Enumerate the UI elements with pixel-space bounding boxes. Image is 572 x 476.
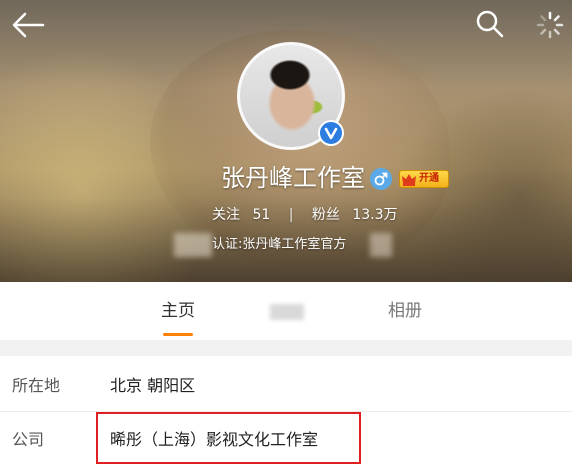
vip-crown-icon (401, 172, 417, 186)
following-label[interactable]: 关注 (212, 204, 240, 226)
tab-active-indicator (163, 333, 193, 336)
redacted-patch (174, 233, 212, 257)
location-value: 北京 朝阳区 (110, 376, 196, 395)
profile-tabbar: 主页 相册 (0, 282, 572, 340)
profile-stats: 关注 51 | 粉丝 13.3万 (212, 204, 402, 226)
tab-home[interactable]: 主页 (148, 282, 208, 340)
redacted-patch (370, 233, 392, 257)
followers-label[interactable]: 粉丝 (312, 204, 340, 226)
tab-album[interactable]: 相册 (375, 282, 435, 340)
search-icon[interactable] (474, 8, 506, 40)
info-row-location: 所在地 北京 朝阳区 (0, 360, 572, 412)
loading-spinner-icon (535, 10, 565, 40)
followers-count[interactable]: 13.3万 (352, 204, 397, 226)
vip-badge[interactable]: 开通 (399, 170, 449, 188)
back-arrow-icon[interactable] (10, 10, 46, 40)
profile-name: 张丹峰工作室 (221, 164, 365, 192)
vip-label: 开通 (419, 173, 439, 184)
male-gender-icon (370, 168, 392, 190)
highlight-annotation-box (96, 412, 361, 464)
following-count[interactable]: 51 (252, 204, 270, 226)
verification-text: 认证:张丹峰工作室官方 (212, 237, 347, 252)
stats-separator: | (288, 207, 294, 223)
verified-icon (318, 120, 344, 146)
tab-redacted[interactable] (270, 304, 304, 320)
company-label: 公司 (12, 430, 45, 449)
location-label: 所在地 (12, 376, 61, 395)
